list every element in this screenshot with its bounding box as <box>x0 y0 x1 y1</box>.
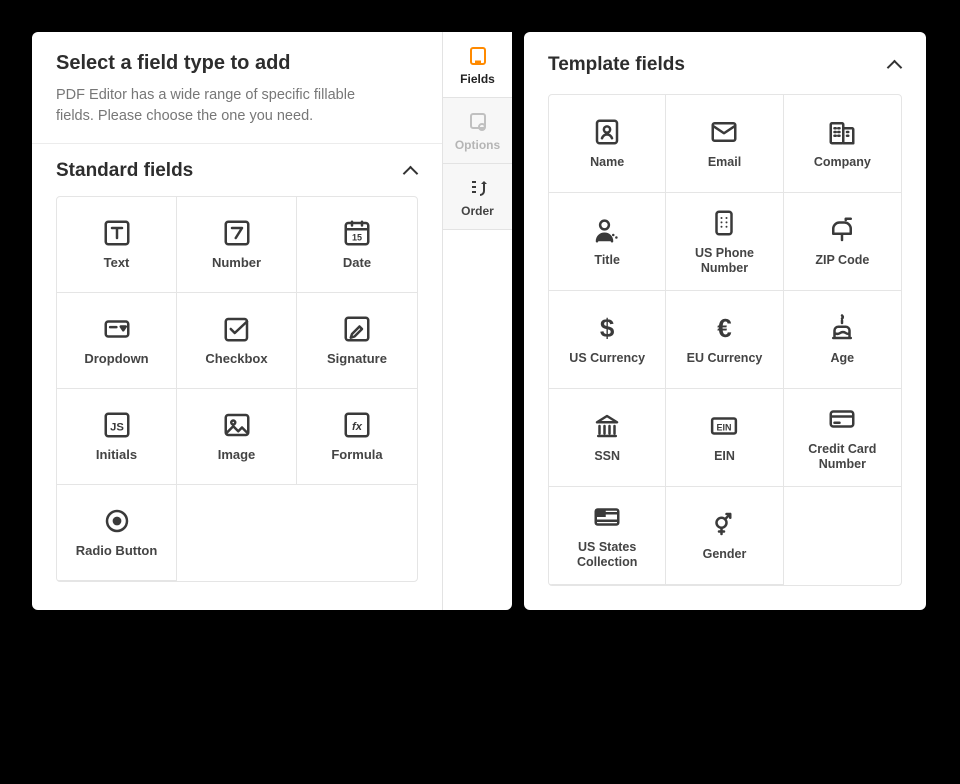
field-text[interactable]: Text <box>57 197 177 293</box>
field-name[interactable]: Name <box>549 95 666 193</box>
birthday-cake-icon <box>827 313 857 343</box>
field-us-phone[interactable]: US Phone Number <box>666 193 783 291</box>
standard-fields-grid: Text Number Date Dropdown Checkbox Signa… <box>56 196 418 582</box>
template-fields-toggle[interactable]: Template fields <box>524 32 926 90</box>
calendar-15-icon <box>342 218 372 248</box>
standard-fields-title: Standard fields <box>56 160 193 182</box>
mailbox-icon <box>827 215 857 245</box>
field-dropdown[interactable]: Dropdown <box>57 293 177 389</box>
checkbox-icon <box>222 314 252 344</box>
panel-subtitle: PDF Editor has a wide range of specific … <box>56 85 376 127</box>
ein-box-icon <box>709 411 739 441</box>
tab-options[interactable]: Options <box>443 98 512 164</box>
buildings-icon <box>827 117 857 147</box>
template-fields-panel: Template fields Name Email Company Title… <box>524 32 926 610</box>
field-image[interactable]: Image <box>177 389 297 485</box>
field-us-currency[interactable]: $US Currency <box>549 291 666 389</box>
panel-header: Select a field type to add PDF Editor ha… <box>32 32 442 143</box>
credit-card-icon <box>827 404 857 434</box>
field-email[interactable]: Email <box>666 95 783 193</box>
gender-icon <box>709 509 739 539</box>
field-gender[interactable]: Gender <box>666 487 783 585</box>
order-tab-icon <box>464 176 492 200</box>
id-card-icon <box>592 117 622 147</box>
field-ssn[interactable]: SSN <box>549 389 666 487</box>
standard-fields-toggle[interactable]: Standard fields <box>32 143 442 196</box>
tab-fields[interactable]: Fields <box>443 32 512 98</box>
dollar-icon: $ <box>592 313 622 343</box>
dropdown-icon <box>102 314 132 344</box>
tab-order[interactable]: Order <box>443 164 512 230</box>
field-company[interactable]: Company <box>784 95 901 193</box>
number-7-icon <box>222 218 252 248</box>
field-title[interactable]: Title <box>549 193 666 291</box>
template-fields-title: Template fields <box>548 54 685 76</box>
text-icon <box>102 218 132 248</box>
euro-icon: € <box>709 313 739 343</box>
field-signature[interactable]: Signature <box>297 293 417 389</box>
bank-icon <box>592 411 622 441</box>
fields-panel: Select a field type to add PDF Editor ha… <box>32 32 512 610</box>
field-us-states[interactable]: US States Collection <box>549 487 666 585</box>
options-tab-icon <box>464 110 492 134</box>
formula-fx-icon <box>342 410 372 440</box>
field-eu-currency[interactable]: €EU Currency <box>666 291 783 389</box>
field-radio-button[interactable]: Radio Button <box>57 485 177 581</box>
chevron-up-icon <box>886 57 902 73</box>
initials-js-icon <box>102 410 132 440</box>
fields-tab-icon <box>464 44 492 68</box>
signature-icon <box>342 314 372 344</box>
field-date[interactable]: Date <box>297 197 417 293</box>
person-title-icon <box>592 215 622 245</box>
image-icon <box>222 410 252 440</box>
field-initials[interactable]: Initials <box>57 389 177 485</box>
side-tabs: Fields Options Order <box>442 32 512 610</box>
field-age[interactable]: Age <box>784 291 901 389</box>
template-fields-grid: Name Email Company Title US Phone Number… <box>548 94 902 586</box>
field-zip-code[interactable]: ZIP Code <box>784 193 901 291</box>
phone-keypad-icon <box>709 208 739 238</box>
radio-icon <box>102 506 132 536</box>
panel-title: Select a field type to add <box>56 52 418 75</box>
chevron-up-icon <box>402 163 418 179</box>
field-number[interactable]: Number <box>177 197 297 293</box>
envelope-icon <box>709 117 739 147</box>
field-formula[interactable]: Formula <box>297 389 417 485</box>
flag-icon <box>592 502 622 532</box>
field-checkbox[interactable]: Checkbox <box>177 293 297 389</box>
field-credit-card[interactable]: Credit Card Number <box>784 389 901 487</box>
field-ein[interactable]: EIN <box>666 389 783 487</box>
